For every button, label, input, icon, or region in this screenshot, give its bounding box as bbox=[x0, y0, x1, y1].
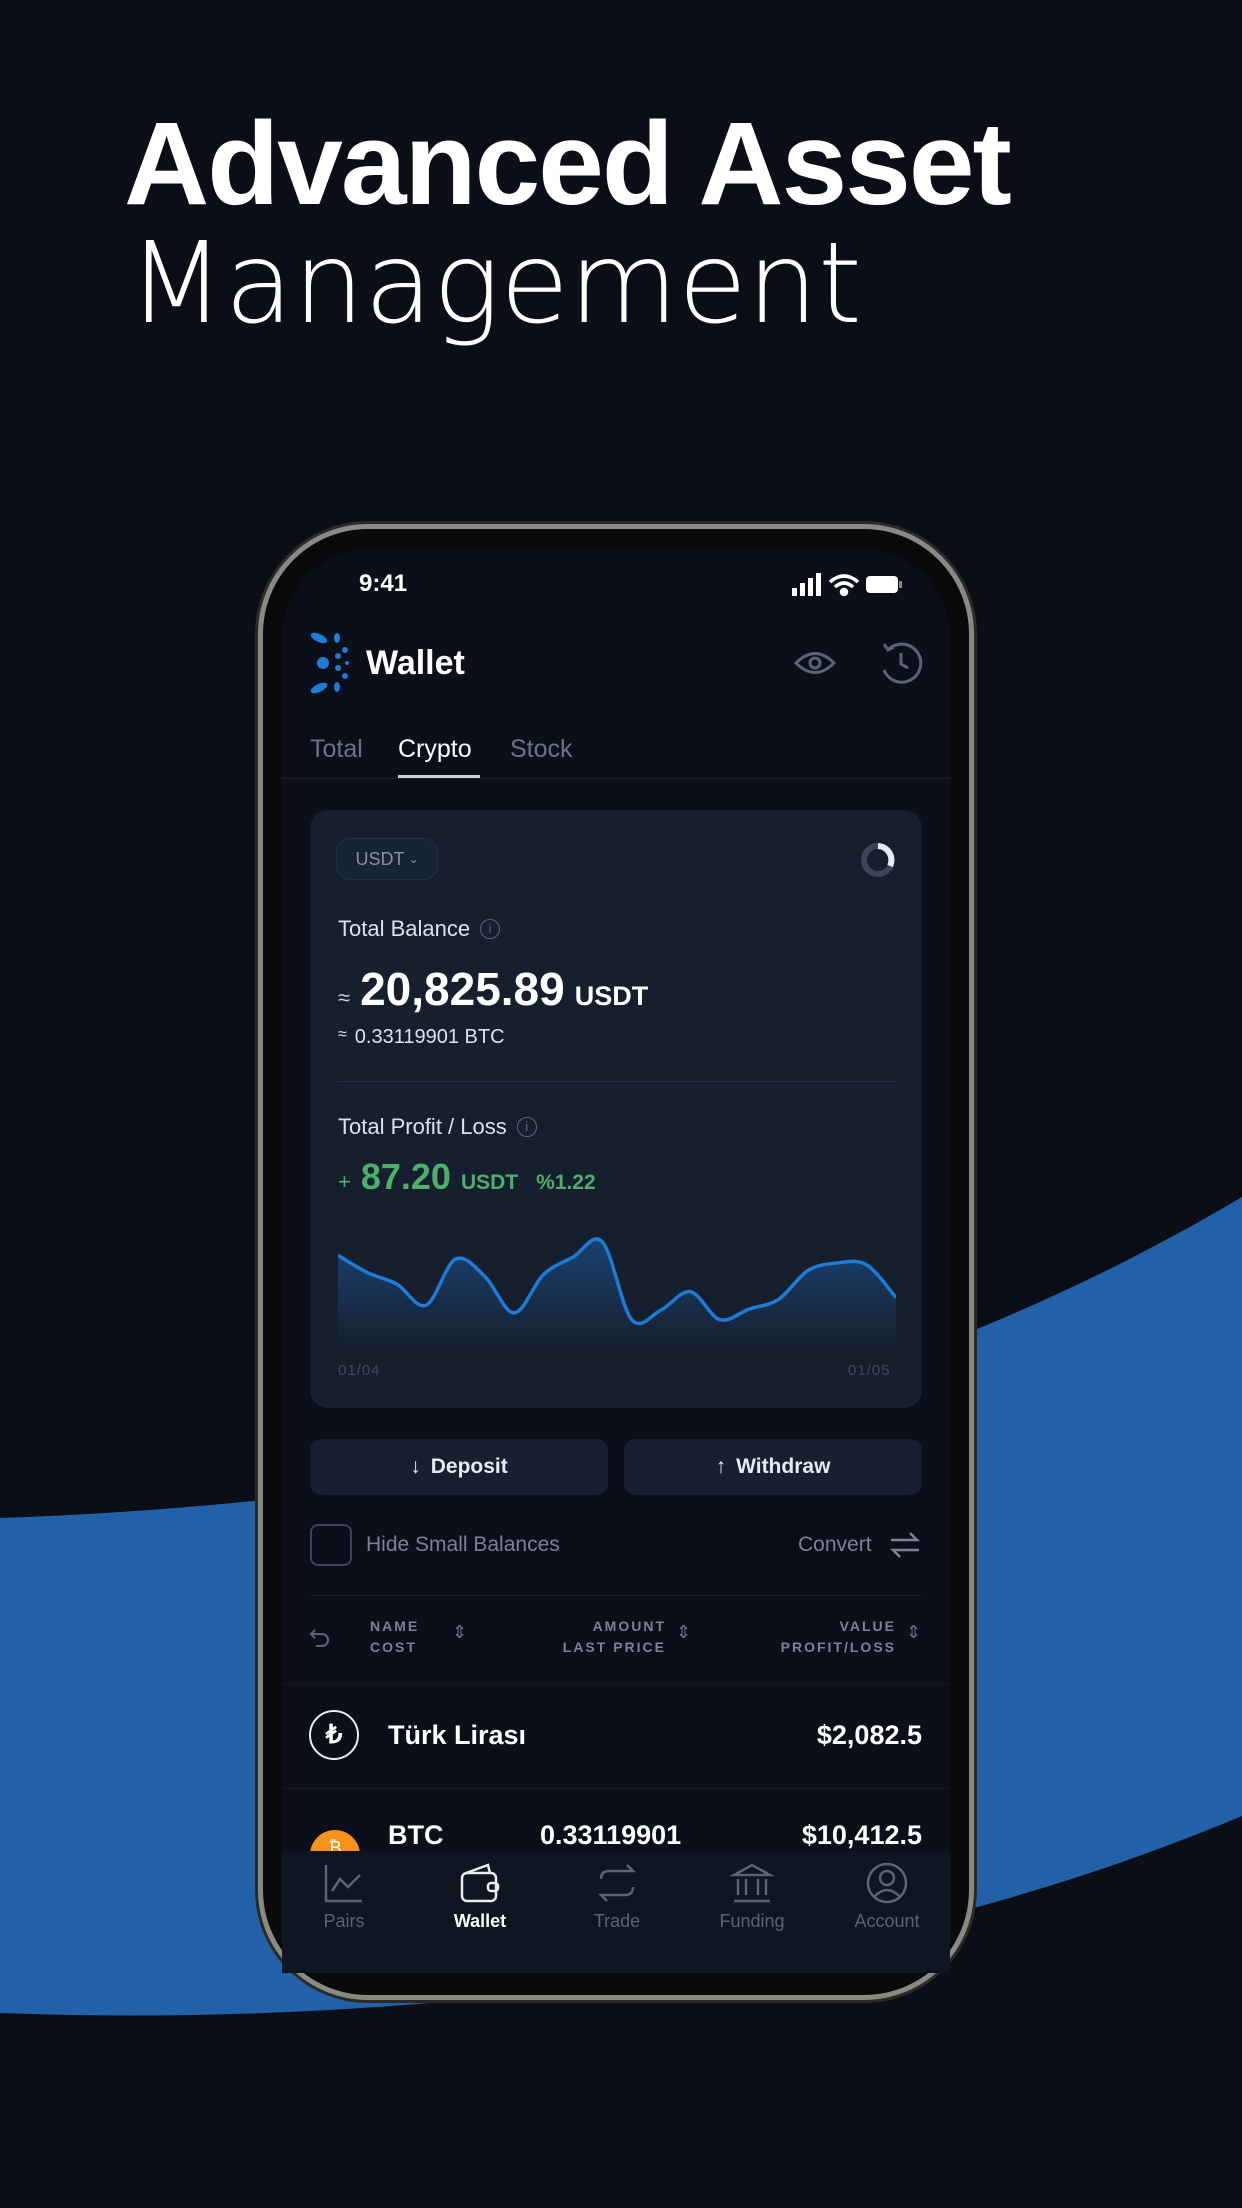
battery-icon bbox=[866, 576, 902, 593]
asset-value: $10,412.5 bbox=[801, 1820, 922, 1850]
pie-chart-icon[interactable] bbox=[858, 840, 898, 880]
card-divider bbox=[338, 1081, 898, 1082]
header-name: NAME bbox=[370, 1618, 420, 1634]
column-header-name[interactable]: NAME COST bbox=[370, 1616, 419, 1658]
history-icon[interactable] bbox=[878, 640, 924, 686]
chart-x-start-label: 01/04 bbox=[338, 1362, 381, 1379]
header-divider bbox=[282, 1683, 950, 1684]
info-icon[interactable]: i bbox=[480, 919, 501, 939]
headline-line1: Advanced Asset bbox=[124, 98, 1012, 230]
headline-line2: Management bbox=[128, 219, 862, 349]
table-row[interactable]: ₿ BTC 0.33119901 $10,412.5 bbox=[282, 1790, 950, 1880]
pnl-sign: + bbox=[338, 1169, 351, 1194]
nav-label: Account bbox=[854, 1911, 920, 1931]
nav-label: Funding bbox=[719, 1911, 785, 1931]
chart-icon bbox=[324, 1865, 362, 1903]
chart-area-fill bbox=[338, 1238, 896, 1350]
pnl-unit: USDT bbox=[460, 1171, 519, 1194]
nav-funding[interactable]: Funding bbox=[702, 1851, 802, 1932]
pnl-percent: %1.22 bbox=[536, 1171, 596, 1194]
convert-button[interactable]: Convert bbox=[798, 1533, 872, 1557]
header-amount: AMOUNT bbox=[592, 1618, 666, 1634]
btc-equivalent: 0.33119901 BTC bbox=[354, 1026, 505, 1048]
swap-icon bbox=[597, 1864, 637, 1902]
nav-label: Pairs bbox=[323, 1911, 365, 1931]
total-balance-unit: USDT bbox=[574, 981, 649, 1011]
column-header-value[interactable]: VALUE PROFIT/LOSS bbox=[740, 1616, 896, 1658]
info-icon[interactable]: i bbox=[516, 1117, 537, 1137]
withdraw-label: Withdraw bbox=[736, 1455, 831, 1478]
wallet-icon bbox=[460, 1863, 500, 1903]
currency-select[interactable]: USDT ⌄ bbox=[336, 838, 438, 880]
eye-icon[interactable] bbox=[793, 648, 837, 678]
reset-sort-icon[interactable] bbox=[308, 1626, 332, 1650]
nav-pairs[interactable]: Pairs bbox=[294, 1851, 394, 1932]
sort-icon[interactable]: ⇕ bbox=[676, 1622, 691, 1643]
column-header-amount[interactable]: AMOUNT LAST PRICE bbox=[540, 1616, 666, 1658]
tabs-divider bbox=[282, 778, 950, 779]
bank-icon bbox=[730, 1863, 774, 1903]
app-logo-icon bbox=[310, 632, 349, 694]
nav-label: Wallet bbox=[453, 1911, 507, 1931]
pnl-chart bbox=[338, 1237, 896, 1350]
status-icons bbox=[792, 573, 902, 597]
withdraw-button[interactable]: ↑ Withdraw bbox=[624, 1439, 922, 1495]
pnl-value: 87.20 bbox=[360, 1156, 451, 1197]
chevron-down-icon: ⌄ bbox=[408, 852, 419, 866]
approx-symbol: ≈ bbox=[338, 1026, 347, 1043]
deposit-button[interactable]: ↓ Deposit bbox=[310, 1439, 608, 1495]
asset-name: Türk Lirası bbox=[388, 1720, 527, 1750]
total-balance: ≈ 20,825.89 USDT bbox=[338, 962, 648, 1016]
wifi-icon bbox=[828, 574, 860, 597]
pnl-label-row: Total Profit / Loss i bbox=[338, 1114, 537, 1140]
currency-select-value: USDT bbox=[355, 848, 405, 869]
chart-x-end-label: 01/05 bbox=[848, 1362, 891, 1379]
tab-total[interactable]: Total bbox=[310, 735, 363, 764]
asset-value: $2,082.5 bbox=[816, 1720, 922, 1750]
sort-icon[interactable]: ⇕ bbox=[906, 1622, 921, 1643]
approx-symbol: ≈ bbox=[338, 985, 351, 1010]
asset-name: BTC bbox=[388, 1820, 444, 1850]
nav-account[interactable]: Account bbox=[837, 1851, 937, 1932]
header-value: VALUE bbox=[839, 1618, 896, 1634]
signal-icon bbox=[792, 573, 821, 596]
status-time: 9:41 bbox=[359, 570, 408, 597]
total-balance-label: Total Balance bbox=[338, 916, 471, 941]
bottom-nav: Pairs Wallet Trade Funding Account bbox=[282, 1851, 950, 1973]
total-balance-label-row: Total Balance i bbox=[338, 916, 501, 942]
asset-amount: 0.33119901 bbox=[540, 1820, 682, 1850]
hide-small-balances-checkbox[interactable] bbox=[310, 1524, 352, 1566]
hide-small-balances-label: Hide Small Balances bbox=[366, 1533, 560, 1556]
tab-stock[interactable]: Stock bbox=[510, 735, 573, 764]
arrow-down-icon: ↓ bbox=[410, 1455, 421, 1478]
pnl-value-row: + 87.20 USDT %1.22 bbox=[338, 1156, 596, 1198]
row-divider bbox=[282, 1788, 950, 1789]
lira-icon: ₺ bbox=[309, 1710, 359, 1760]
deposit-label: Deposit bbox=[430, 1455, 508, 1478]
total-balance-value: 20,825.89 bbox=[360, 963, 565, 1015]
btc-equivalent-row: ≈ 0.33119901 BTC bbox=[338, 1026, 505, 1049]
user-icon bbox=[866, 1862, 908, 1904]
nav-trade[interactable]: Trade bbox=[567, 1851, 667, 1932]
header-last-price: LAST PRICE bbox=[562, 1639, 666, 1655]
page-title: Wallet bbox=[366, 644, 465, 682]
filter-divider bbox=[310, 1595, 922, 1596]
header-profit-loss: PROFIT/LOSS bbox=[780, 1639, 896, 1655]
convert-swap-icon[interactable] bbox=[888, 1528, 922, 1562]
table-row[interactable]: ₺ Türk Lirası $2,082.5 bbox=[282, 1690, 950, 1788]
sort-icon[interactable]: ⇕ bbox=[452, 1622, 467, 1643]
nav-wallet[interactable]: Wallet bbox=[430, 1851, 530, 1932]
header-cost: COST bbox=[370, 1639, 417, 1655]
pnl-label: Total Profit / Loss bbox=[338, 1114, 507, 1139]
arrow-up-icon: ↑ bbox=[715, 1455, 727, 1478]
tab-crypto[interactable]: Crypto bbox=[398, 735, 472, 764]
nav-label: Trade bbox=[593, 1911, 641, 1931]
